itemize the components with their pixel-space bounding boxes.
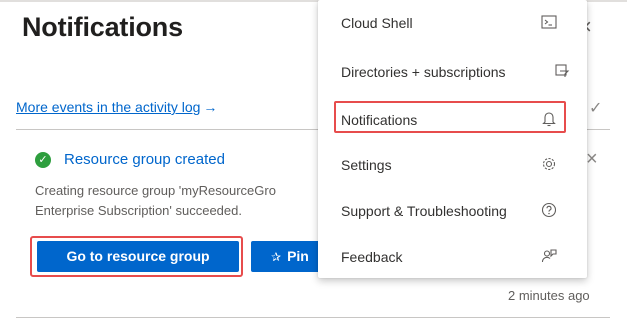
menu-item-support[interactable]: Support & Troubleshooting <box>318 188 587 234</box>
dismiss-all-button[interactable]: ✓ <box>589 98 602 118</box>
menu-item-cloud-shell[interactable]: Cloud Shell <box>318 0 587 46</box>
pin-to-dashboard-button[interactable]: ✰ Pin <box>251 241 321 272</box>
pin-button-label: Pin <box>287 248 309 264</box>
cloud-shell-icon <box>540 13 558 31</box>
menu-item-label: Settings <box>341 157 392 173</box>
page-title: Notifications <box>22 12 183 42</box>
notification-description-line2: Enterprise Subscription' succeeded. <box>35 203 242 218</box>
activity-log-link-label: More events in the activity log <box>16 99 201 115</box>
menu-item-label: Support & Troubleshooting <box>341 203 507 219</box>
dismiss-notification-button[interactable]: × <box>586 149 598 169</box>
help-icon <box>540 201 558 219</box>
portal-settings-menu: Cloud Shell Directories + subscriptions … <box>318 0 587 278</box>
activity-log-link[interactable]: More events in the activity log → <box>16 99 217 115</box>
menu-item-label: Feedback <box>341 249 403 265</box>
notification-title[interactable]: Resource group created <box>64 151 225 168</box>
divider <box>16 317 610 318</box>
go-to-resource-group-button[interactable]: Go to resource group <box>37 241 239 272</box>
menu-item-label: Directories + subscriptions <box>341 64 506 80</box>
menu-item-notifications[interactable]: Notifications <box>318 97 587 143</box>
menu-item-settings[interactable]: Settings <box>318 142 587 188</box>
notification-description-line1: Creating resource group 'myResourceGro <box>35 183 276 198</box>
feedback-icon <box>540 247 558 265</box>
bell-icon <box>540 110 558 128</box>
arrow-right-icon: → <box>203 99 218 115</box>
notification-timestamp: 2 minutes ago <box>508 288 590 303</box>
menu-item-label: Cloud Shell <box>341 15 413 31</box>
pin-icon: ✰ <box>271 250 282 264</box>
menu-item-label: Notifications <box>341 112 418 128</box>
directory-filter-icon <box>553 62 571 80</box>
menu-item-directories[interactable]: Directories + subscriptions <box>318 49 587 95</box>
notification-description: Creating resource group 'myResourceGro E… <box>35 181 325 221</box>
success-check-icon: ✓ <box>35 152 51 168</box>
gear-icon <box>540 155 558 173</box>
menu-item-feedback[interactable]: Feedback <box>318 234 587 280</box>
